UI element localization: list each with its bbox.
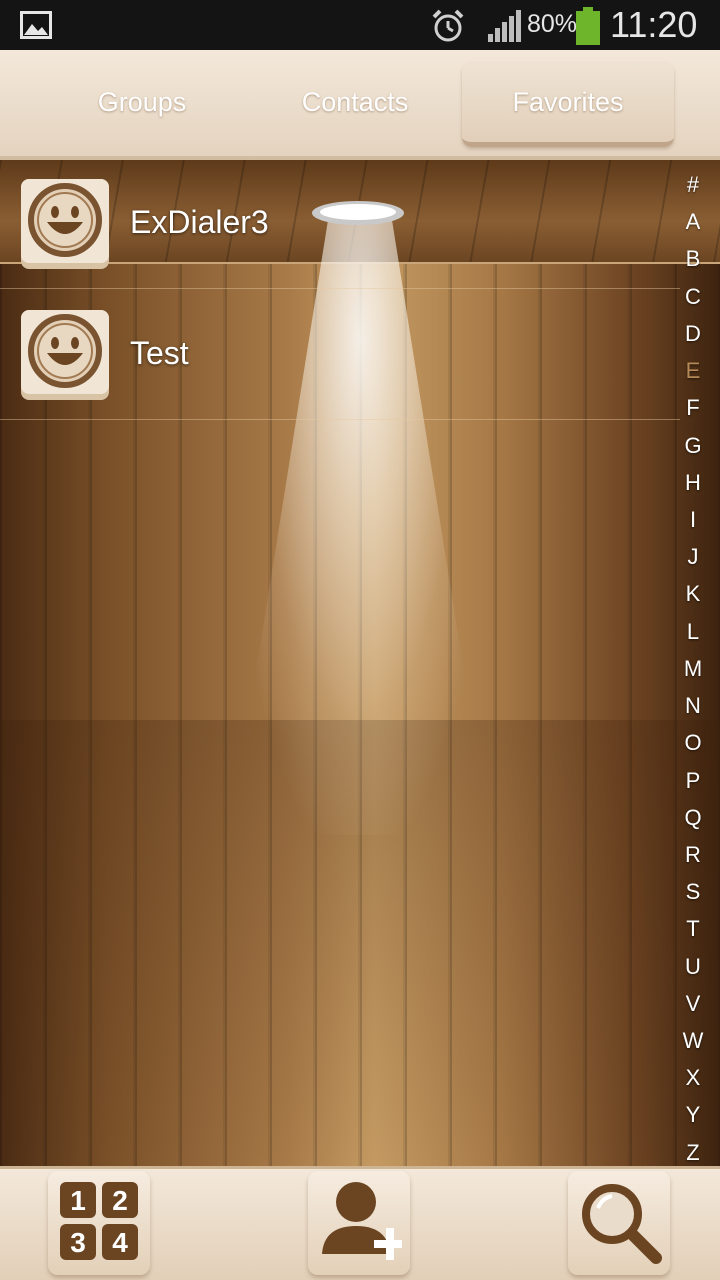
tab-label: Contacts <box>301 86 409 117</box>
tab-groups[interactable]: Groups <box>36 62 248 142</box>
index-letter[interactable]: G <box>684 434 701 457</box>
smiley-avatar-icon[interactable] <box>20 178 110 270</box>
clock: 11:20 <box>610 4 698 45</box>
index-letter[interactable]: R <box>685 843 701 866</box>
dialpad-digit: 4 <box>112 1227 128 1258</box>
search-icon <box>576 1178 662 1269</box>
index-letter[interactable]: N <box>685 695 701 717</box>
index-letter[interactable]: O <box>684 732 701 754</box>
battery-percent: 80% <box>527 10 578 38</box>
index-letter[interactable]: T <box>686 918 699 940</box>
contact-name: ExDialer3 <box>130 204 269 240</box>
tab-bar: Groups Contacts Favorites <box>0 50 720 160</box>
alphabet-index[interactable]: # A B C D E F G H I J K L M N O P Q R S T U V W X Y Z <box>676 174 710 1164</box>
alarm-icon <box>430 8 466 49</box>
index-letter[interactable]: X <box>686 1067 701 1089</box>
add-contact-button[interactable] <box>308 1171 410 1275</box>
index-letter[interactable]: L <box>687 620 699 643</box>
index-letter[interactable]: M <box>684 657 702 680</box>
battery-icon <box>575 7 601 50</box>
dialpad-icon: 1 2 3 4 <box>57 1179 141 1268</box>
status-bar: 80% 11:20 <box>0 0 720 50</box>
index-letter[interactable]: # <box>687 174 699 196</box>
index-letter[interactable]: F <box>686 397 699 419</box>
index-letter[interactable]: B <box>686 248 701 270</box>
index-letter[interactable]: Q <box>684 806 701 829</box>
index-letter[interactable]: C <box>685 285 701 308</box>
tab-favorites[interactable]: Favorites <box>462 62 674 147</box>
gallery-icon <box>20 11 52 44</box>
index-letter[interactable]: I <box>690 508 696 531</box>
index-letter[interactable]: S <box>686 881 701 903</box>
list-item[interactable]: ExDialer3 <box>0 160 680 289</box>
index-letter[interactable]: U <box>685 955 701 978</box>
index-letter[interactable]: D <box>685 322 701 345</box>
list-item[interactable]: Test <box>0 291 680 420</box>
index-letter[interactable]: P <box>686 769 701 792</box>
search-button[interactable] <box>568 1171 670 1275</box>
dialpad-digit: 1 <box>70 1185 86 1216</box>
index-letter[interactable]: E <box>686 360 701 382</box>
tab-label: Groups <box>97 86 187 117</box>
contact-name: Test <box>130 335 189 371</box>
tab-contacts[interactable]: Contacts <box>249 62 461 142</box>
index-letter[interactable]: W <box>683 1030 704 1052</box>
index-letter[interactable]: K <box>686 583 701 605</box>
dialpad-button[interactable]: 1 2 3 4 <box>48 1171 150 1275</box>
index-letter[interactable]: A <box>686 211 701 233</box>
dialpad-digit: 2 <box>112 1185 128 1216</box>
add-contact-icon <box>316 1176 406 1271</box>
smiley-avatar-icon[interactable] <box>20 309 110 401</box>
tab-label: Favorites <box>512 86 624 117</box>
index-letter[interactable]: H <box>685 471 701 494</box>
dialpad-digit: 3 <box>70 1227 86 1258</box>
screen: 80% 11:20 Groups Contacts Favorites ExDi… <box>0 0 720 1280</box>
bottom-toolbar: 1 2 3 4 <box>0 1166 720 1280</box>
favorites-list[interactable]: ExDialer3 Test # A B C D E F G H I J K L M N O P Q R S T U V W X… <box>0 160 720 1166</box>
index-letter[interactable]: Z <box>686 1141 699 1164</box>
index-letter[interactable]: J <box>688 546 699 568</box>
index-letter[interactable]: V <box>686 992 701 1015</box>
index-letter[interactable]: Y <box>686 1104 701 1126</box>
signal-icon <box>486 10 522 47</box>
